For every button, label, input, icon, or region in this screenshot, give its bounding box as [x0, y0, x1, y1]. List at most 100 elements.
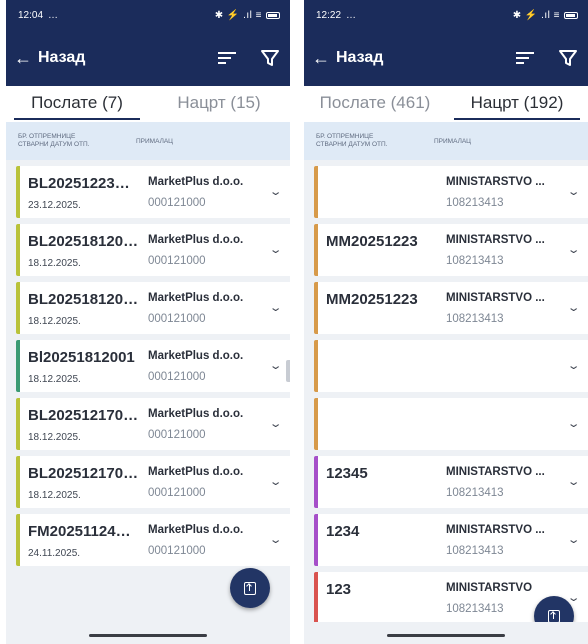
- battery-icon: [266, 11, 280, 19]
- recipient-code: 000121000: [148, 197, 206, 209]
- upload-fab-button[interactable]: [230, 568, 270, 608]
- status-icons: ✱ ⚡ .ıl ≡: [214, 9, 262, 21]
- sort-icon[interactable]: [218, 51, 236, 65]
- recipient-name: MarketPlus d.o.o.: [148, 408, 244, 420]
- document-date: 18.12.2025.: [28, 258, 81, 269]
- column-date-label: СТВАРНИ ДАТУМ ОТП.: [316, 141, 388, 148]
- recipient-code: 108213413: [446, 313, 504, 325]
- column-recipient-label: ПРИМАЛАЦ: [434, 137, 471, 145]
- chevron-down-icon[interactable]: ⌄: [566, 185, 580, 198]
- document-date: 18.12.2025.: [28, 374, 81, 385]
- recipient-name: MarketPlus d.o.o.: [148, 524, 244, 536]
- document-number: 12345: [326, 465, 368, 482]
- list-item[interactable]: Bl20251812001 18.12.2025. MarketPlus d.o.o…: [16, 340, 290, 392]
- list-item[interactable]: BL202512170… 18.12.2025. MarketPlus d.o.o.…: [16, 398, 290, 450]
- document-number: BL202518120…: [28, 233, 139, 250]
- recipient-name: MINISTARSTVO: [446, 582, 533, 594]
- back-button[interactable]: ← Назад: [312, 49, 383, 67]
- recipient-code: 108213413: [446, 255, 504, 267]
- upload-icon: [244, 581, 256, 595]
- app-bar: ← Назад: [6, 30, 290, 86]
- document-number: MM20251223: [326, 233, 418, 250]
- home-indicator[interactable]: [89, 634, 207, 637]
- list-item[interactable]: MM20251223 MINISTARSTVO ... 108213413 ⌄: [314, 282, 588, 334]
- document-date: 18.12.2025.: [28, 432, 81, 443]
- battery-icon: [564, 11, 578, 19]
- recipient-name: MINISTARSTVO ...: [446, 466, 545, 478]
- list-item[interactable]: BL20251223… 23.12.2025. MarketPlus d.o.o. 0…: [16, 166, 290, 218]
- list-item[interactable]: 12345 MINISTARSTVO ... 108213413 ⌄: [314, 456, 588, 508]
- header: 12:04 … ✱ ⚡ .ıl ≡ ← Назад: [6, 0, 290, 86]
- chevron-down-icon[interactable]: ⌄: [268, 185, 282, 198]
- chevron-down-icon[interactable]: ⌄: [566, 417, 580, 430]
- recipient-name: MarketPlus d.o.o.: [148, 292, 244, 304]
- chevron-down-icon[interactable]: ⌄: [268, 359, 282, 372]
- chevron-down-icon[interactable]: ⌄: [268, 533, 282, 546]
- document-number: BL202512170…: [28, 465, 139, 482]
- list-item[interactable]: ⌄: [314, 398, 588, 450]
- document-date: 18.12.2025.: [28, 316, 81, 327]
- list-item[interactable]: BL202518120… 18.12.2025. MarketPlus d.o.o.…: [16, 282, 290, 334]
- sort-icon[interactable]: [516, 51, 534, 65]
- document-number: 1234: [326, 523, 360, 540]
- column-header: БР. ОТПРЕМНИЦЕ СТВАРНИ ДАТУМ ОТП. ПРИМАЛ…: [6, 122, 290, 160]
- tab-bar: Послате (461) Нацрт (192): [304, 86, 588, 122]
- tab-sent[interactable]: Послате (7): [6, 86, 148, 122]
- document-number: 123: [326, 581, 352, 598]
- document-list: MINISTARSTVO ... 108213413 ⌄ MM20251223 MINI…: [304, 166, 588, 624]
- chevron-down-icon[interactable]: ⌄: [566, 475, 580, 488]
- back-button[interactable]: ← Назад: [14, 49, 85, 67]
- list-item[interactable]: FM20251124… 24.11.2025. MarketPlus d.o.o. 0…: [16, 514, 290, 566]
- recipient-name: MINISTARSTVO ...: [446, 524, 545, 536]
- list-item[interactable]: BL202512170… 18.12.2025. MarketPlus d.o.o.…: [16, 456, 290, 508]
- document-list: BL20251223… 23.12.2025. MarketPlus d.o.o. 0…: [6, 166, 290, 566]
- recipient-name: MarketPlus d.o.o.: [148, 234, 244, 246]
- recipient-code: 108213413: [446, 197, 504, 209]
- list-item[interactable]: ⌄: [314, 340, 588, 392]
- column-number-label: БР. ОТПРЕМНИЦЕ: [316, 133, 374, 140]
- chevron-down-icon[interactable]: ⌄: [268, 301, 282, 314]
- list-item[interactable]: 1234 MINISTARSTVO ... 108213413 ⌄: [314, 514, 588, 566]
- document-number: BL202518120…: [28, 291, 139, 308]
- chevron-down-icon[interactable]: ⌄: [566, 301, 580, 314]
- tab-sent[interactable]: Послате (461): [304, 86, 446, 122]
- home-indicator[interactable]: [387, 634, 505, 637]
- list-item[interactable]: MM20251223 MINISTARSTVO ... 108213413 ⌄: [314, 224, 588, 276]
- chevron-down-icon[interactable]: ⌄: [268, 243, 282, 256]
- document-date: 24.11.2025.: [28, 548, 81, 559]
- arrow-left-icon: ←: [14, 48, 32, 68]
- recipient-name: MINISTARSTVO ...: [446, 292, 545, 304]
- chevron-down-icon[interactable]: ⌄: [268, 417, 282, 430]
- scroll-handle[interactable]: [286, 360, 290, 382]
- recipient-name: MINISTARSTVO ...: [446, 234, 545, 246]
- chevron-down-icon[interactable]: ⌄: [566, 533, 580, 546]
- column-header: БР. ОТПРЕМНИЦЕ СТВАРНИ ДАТУМ ОТП. ПРИМАЛ…: [304, 122, 588, 160]
- back-label: Назад: [38, 49, 86, 66]
- system-nav-bar: [6, 622, 290, 644]
- column-date-label: СТВАРНИ ДАТУМ ОТП.: [18, 141, 90, 148]
- chevron-down-icon[interactable]: ⌄: [268, 475, 282, 488]
- recipient-code: 000121000: [148, 487, 206, 499]
- document-date: 18.12.2025.: [28, 490, 81, 501]
- tab-draft[interactable]: Нацрт (192): [446, 86, 588, 122]
- tab-bar: Послате (7) Нацрт (15): [6, 86, 290, 122]
- tab-draft[interactable]: Нацрт (15): [148, 86, 290, 122]
- column-number-label: БР. ОТПРЕМНИЦЕ: [18, 133, 76, 140]
- chevron-down-icon[interactable]: ⌄: [566, 359, 580, 372]
- filter-icon[interactable]: [260, 48, 280, 68]
- document-number: BL20251223…: [28, 175, 130, 192]
- header: 12:22 … ✱ ⚡ .ıl ≡ ← Назад: [304, 0, 588, 86]
- document-number: MM20251223: [326, 291, 418, 308]
- column-number-date: БР. ОТПРЕМНИЦЕ СТВАРНИ ДАТУМ ОТП.: [18, 133, 136, 149]
- list-item[interactable]: BL202518120… 18.12.2025. MarketPlus d.o.o.…: [16, 224, 290, 276]
- phone-screen-left: 12:04 … ✱ ⚡ .ıl ≡ ← Назад Послате (7) На…: [6, 0, 290, 644]
- chevron-down-icon[interactable]: ⌄: [566, 243, 580, 256]
- recipient-code: 108213413: [446, 487, 504, 499]
- recipient-code: 000121000: [148, 429, 206, 441]
- arrow-left-icon: ←: [312, 48, 330, 68]
- recipient-name: MarketPlus d.o.o.: [148, 176, 244, 188]
- list-item[interactable]: MINISTARSTVO ... 108213413 ⌄: [314, 166, 588, 218]
- recipient-code: 000121000: [148, 371, 206, 383]
- app-bar: ← Назад: [304, 30, 588, 86]
- filter-icon[interactable]: [558, 48, 578, 68]
